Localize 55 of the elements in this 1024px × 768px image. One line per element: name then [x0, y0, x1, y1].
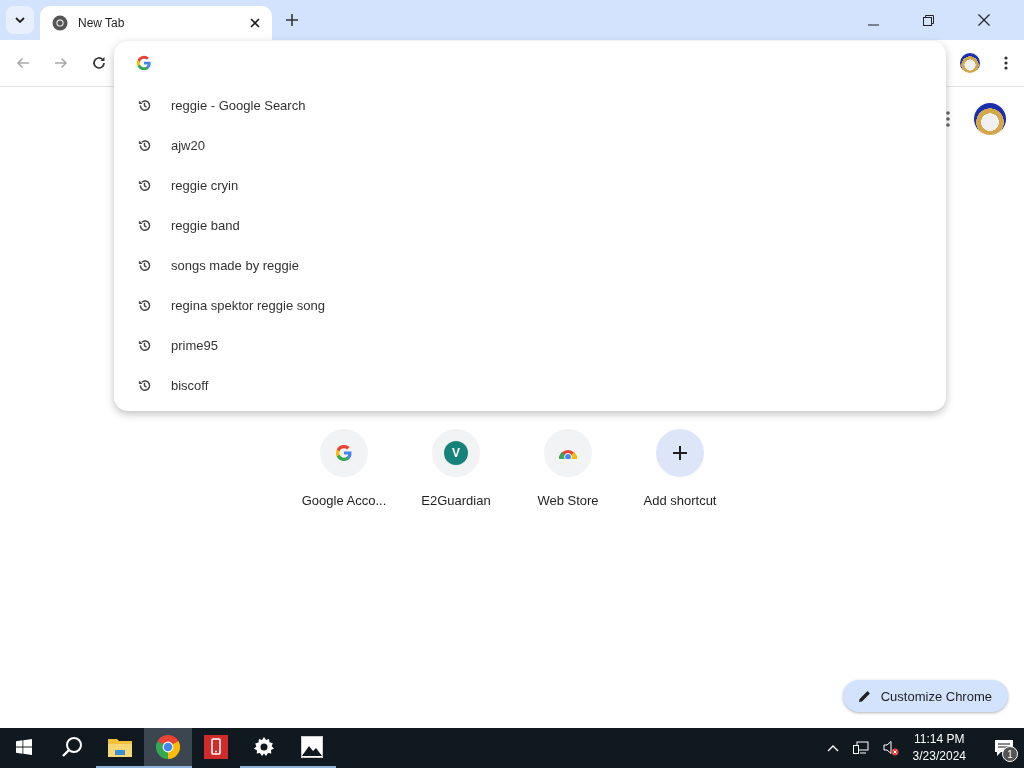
suggestion-item[interactable]: biscoff [114, 365, 946, 405]
history-icon [138, 138, 151, 152]
google-icon [136, 55, 152, 71]
suggestion-item[interactable]: ajw20 [114, 125, 946, 165]
folder-icon [108, 737, 132, 757]
suggestion-item[interactable]: reggie band [114, 205, 946, 245]
muted-speaker-icon[interactable] [882, 740, 899, 756]
chrome-icon [52, 15, 68, 31]
history-icon [138, 178, 151, 192]
suggestion-item[interactable]: reggie - Google Search [114, 85, 946, 125]
notifications-button[interactable]: 1 [984, 728, 1024, 768]
chevron-down-icon [15, 17, 25, 23]
taskbar-button[interactable] [144, 728, 192, 768]
profile-avatar[interactable] [974, 103, 1006, 135]
settings-icon [254, 737, 274, 757]
chrome-icon [156, 735, 180, 759]
shortcut-tile[interactable]: Web Store [520, 429, 616, 508]
shortcut-tile[interactable]: Google Acco... [296, 429, 392, 508]
suggestion-item[interactable]: prime95 [114, 325, 946, 365]
suggestion-item[interactable]: reggie cryin [114, 165, 946, 205]
history-icon [138, 258, 151, 272]
reload-icon[interactable] [92, 56, 106, 70]
site-letter-icon: V [444, 441, 468, 465]
chevron-up-icon[interactable] [826, 744, 839, 752]
plus-icon [673, 446, 687, 460]
tab-search-button[interactable] [6, 6, 34, 34]
history-icon [138, 218, 151, 232]
network-icon[interactable] [852, 741, 869, 755]
customize-chrome-button[interactable]: Customize Chrome [842, 680, 1008, 712]
close-icon[interactable] [978, 14, 990, 26]
close-icon[interactable] [250, 18, 260, 28]
menu-icon[interactable] [1004, 56, 1008, 70]
history-icon [138, 338, 151, 352]
shortcut-tile[interactable]: Add shortcut [632, 429, 728, 508]
notification-count: 1 [1002, 746, 1018, 762]
new-tab-icon[interactable] [286, 14, 298, 26]
suggestion-item[interactable]: regina spektor reggie song [114, 285, 946, 325]
pencil-icon [858, 690, 871, 702]
photos-icon [301, 736, 323, 758]
web-store-icon [558, 447, 578, 459]
clock-date: 3/23/2024 [912, 748, 966, 765]
history-icon [138, 378, 151, 392]
browser-tab[interactable]: New Tab [40, 6, 272, 40]
restore-icon[interactable] [923, 15, 934, 26]
more-icon[interactable] [946, 111, 950, 127]
windows-icon [16, 739, 32, 755]
search-icon [61, 736, 83, 758]
history-icon [138, 98, 151, 112]
profile-avatar[interactable] [960, 53, 980, 73]
suggestion-item[interactable]: songs made by reggie [114, 245, 946, 285]
phone-icon [204, 735, 228, 759]
shortcut-tile[interactable]: V E2Guardian [408, 429, 504, 508]
google-icon [335, 444, 353, 462]
history-icon [138, 298, 151, 312]
clock-time: 11:14 PM [914, 731, 965, 748]
